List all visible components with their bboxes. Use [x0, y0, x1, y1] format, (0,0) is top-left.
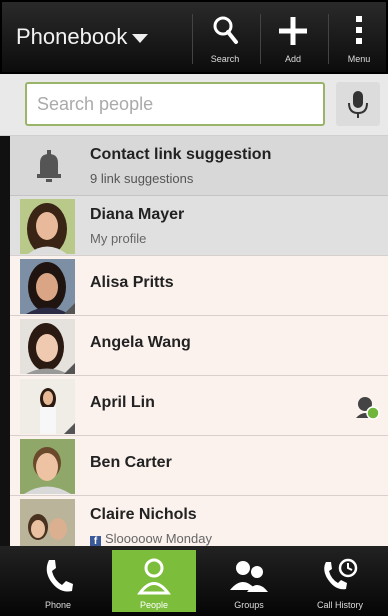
app-title[interactable]: Phonebook [16, 24, 127, 50]
person-icon [137, 558, 171, 595]
list-item[interactable]: Alisa Pritts [10, 256, 388, 316]
avatar [20, 439, 75, 494]
contact-subtitle: My profile [90, 231, 147, 246]
action-bar: Phonebook Search Add Menu [0, 0, 388, 74]
search-bar [0, 74, 388, 136]
avatar [20, 499, 75, 546]
contact-name: Angela Wang [90, 334, 191, 351]
contact-name: April Lin [90, 394, 155, 411]
divider [260, 14, 261, 64]
tab-call-history[interactable]: Call History [298, 550, 382, 612]
contact-name: Ben Carter [90, 454, 172, 471]
divider [192, 14, 193, 64]
suggestion-count: 9 link suggestions [90, 171, 194, 186]
tab-groups-label: Groups [234, 600, 264, 610]
suggestion-title: Contact link suggestion [90, 146, 272, 163]
contact-status-text: Slooooow Monday [105, 531, 212, 546]
search-button[interactable]: Search [196, 6, 254, 70]
contact-list[interactable]: Diana Mayer My profile Alisa Pritts Ange… [10, 196, 388, 546]
groups-icon [230, 561, 268, 592]
tab-groups[interactable]: Groups [207, 550, 291, 612]
add-button[interactable]: Add [264, 6, 322, 70]
contact-status: f Slooooow Monday [90, 531, 212, 546]
search-button-label: Search [210, 54, 240, 64]
tab-people[interactable]: People [112, 550, 196, 612]
list-item[interactable]: Claire Nichols f Slooooow Monday [10, 496, 388, 546]
avatar [20, 379, 75, 434]
list-item[interactable]: Ben Carter [10, 436, 388, 496]
plus-icon [279, 17, 307, 45]
bottom-tab-bar: Phone People Groups Call History [0, 546, 388, 616]
add-button-label: Add [284, 54, 301, 64]
tab-people-label: People [139, 600, 169, 610]
phone-icon [46, 560, 73, 592]
tab-call-history-label: Call History [316, 600, 363, 610]
online-presence-icon[interactable] [354, 394, 380, 420]
microphone-icon [348, 91, 368, 118]
search-input[interactable] [25, 82, 325, 126]
avatar [20, 319, 75, 374]
bell-icon [37, 150, 61, 182]
divider [328, 14, 329, 64]
tab-phone[interactable]: Phone [16, 550, 100, 612]
tab-phone-label: Phone [44, 600, 72, 610]
avatar [20, 199, 75, 254]
menu-button-label: Menu [347, 54, 371, 64]
facebook-icon: f [90, 536, 101, 546]
contact-link-suggestion[interactable]: Contact link suggestion 9 link suggestio… [10, 136, 388, 196]
contact-name: Claire Nichols [90, 506, 197, 523]
contact-name: Alisa Pritts [90, 274, 174, 291]
contact-name: Diana Mayer [90, 206, 185, 223]
avatar [20, 259, 75, 314]
list-item[interactable]: Angela Wang [10, 316, 388, 376]
list-item-my-profile[interactable]: Diana Mayer My profile [10, 196, 388, 256]
menu-button[interactable]: Menu [332, 6, 386, 70]
voice-search-button[interactable] [336, 82, 380, 126]
overflow-menu-icon [356, 16, 362, 44]
search-icon [213, 16, 238, 44]
chevron-down-icon[interactable] [132, 34, 148, 43]
call-history-icon [324, 558, 358, 590]
list-item[interactable]: April Lin [10, 376, 388, 436]
